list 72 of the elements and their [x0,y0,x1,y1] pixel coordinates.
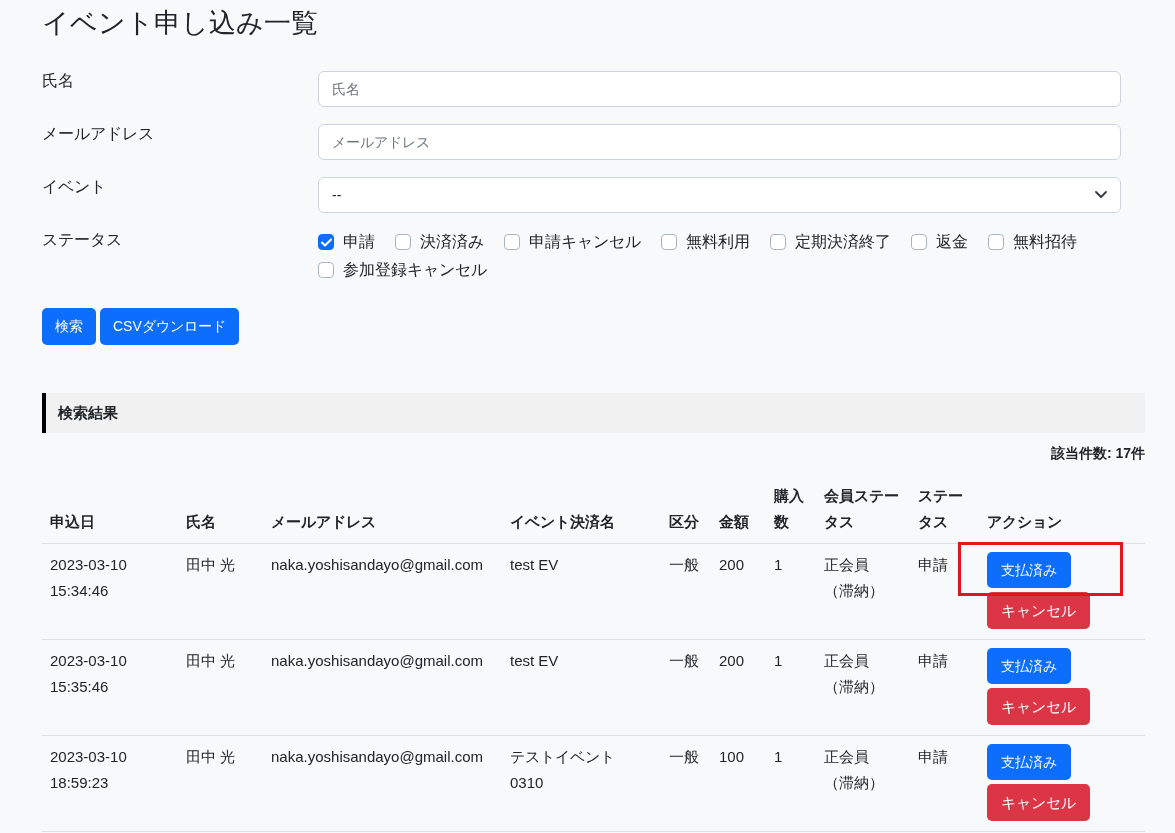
checkbox-label: 無料利用 [686,232,750,252]
table-cell: 100 [711,735,766,832]
field-label: メールアドレス [42,124,155,144]
column-header: イベント決済名 [502,477,661,544]
table-cell: 200 [711,639,766,736]
checkbox[interactable] [504,234,520,250]
name-field[interactable]: 氏名 [318,71,1121,107]
table-cell: 申請 [910,639,979,736]
column-header: アクション [979,477,1145,544]
table-cell: 正会員（滞納） [816,639,910,736]
table-cell: 正会員（滞納） [816,543,910,640]
checkbox-label: 申請キャンセル [529,232,641,252]
table-cell: 一般 [661,543,711,640]
checkbox-label: 決済済み [420,232,484,252]
checkbox[interactable] [661,234,677,250]
table-cell: naka.yoshisandayo@gmail.com [263,543,502,640]
cancel-button[interactable]: キャンセル [987,784,1090,821]
table-cell: 申請 [910,543,979,640]
table-cell: test EV [502,639,661,736]
column-header: 申込日 [42,477,178,544]
checkbox[interactable] [770,234,786,250]
cancel-button[interactable]: キャンセル [987,688,1090,725]
checkbox-label: 定期決済終了 [795,232,891,252]
table-cell: 申請 [910,735,979,832]
table-cell: テストイベント 0310 [502,735,661,832]
table-cell: 田中 光 [178,735,263,832]
table-cell: 田中 光 [178,543,263,640]
table-cell: 1 [766,543,816,640]
column-header: ステータス [910,477,979,544]
table-cell: 2023-03-10 15:34:46 [42,543,178,640]
event-select[interactable]: -- [318,177,1121,213]
table-cell: 2023-03-10 15:35:46 [42,639,178,736]
paid-button[interactable]: 支払済み [987,744,1071,780]
column-header: 購入数 [766,477,816,544]
csv-download-button[interactable]: CSVダウンロード [100,308,239,345]
field-label: ステータス [42,230,123,250]
checkbox-label: 返金 [936,232,968,252]
checkbox[interactable] [911,234,927,250]
section-header: 検索結果 [42,393,1145,433]
result-count: 該当件数: 17件 [1049,445,1145,463]
table-cell: 田中 光 [178,639,263,736]
table-cell: 正会員（滞納） [816,735,910,832]
field-label: 氏名 [42,71,75,91]
table-cell: 1 [766,735,816,832]
chevron-down-icon [1095,191,1107,199]
column-header: 区分 [661,477,711,544]
checkbox-label: 参加登録キャンセル [343,260,487,280]
checkbox[interactable] [318,234,334,250]
column-header: 氏名 [178,477,263,544]
checkbox[interactable] [318,262,334,278]
table-cell: 一般 [661,639,711,736]
cancel-button[interactable]: キャンセル [987,592,1090,629]
table-cell: test EV [502,543,661,640]
field-label: イベント [42,177,107,197]
table-cell: naka.yoshisandayo@gmail.com [263,735,502,832]
paid-button[interactable]: 支払済み [987,648,1071,684]
column-header: 金額 [711,477,766,544]
table-cell: 一般 [661,735,711,832]
table-cell: naka.yoshisandayo@gmail.com [263,639,502,736]
checkbox[interactable] [988,234,1004,250]
page-title: イベント申し込み一覧 [42,7,319,40]
checkbox[interactable] [395,234,411,250]
table-cell: 200 [711,543,766,640]
table-cell: 1 [766,639,816,736]
paid-button[interactable]: 支払済み [987,552,1071,588]
checkbox-label: 無料招待 [1013,232,1077,252]
table-cell: 2023-03-10 18:59:23 [42,735,178,832]
checkbox-label: 申請 [343,232,375,252]
search-button[interactable]: 検索 [42,308,96,345]
column-header: 会員ステータス [816,477,910,544]
column-header: メールアドレス [263,477,502,544]
email-field[interactable]: メールアドレス [318,124,1121,160]
